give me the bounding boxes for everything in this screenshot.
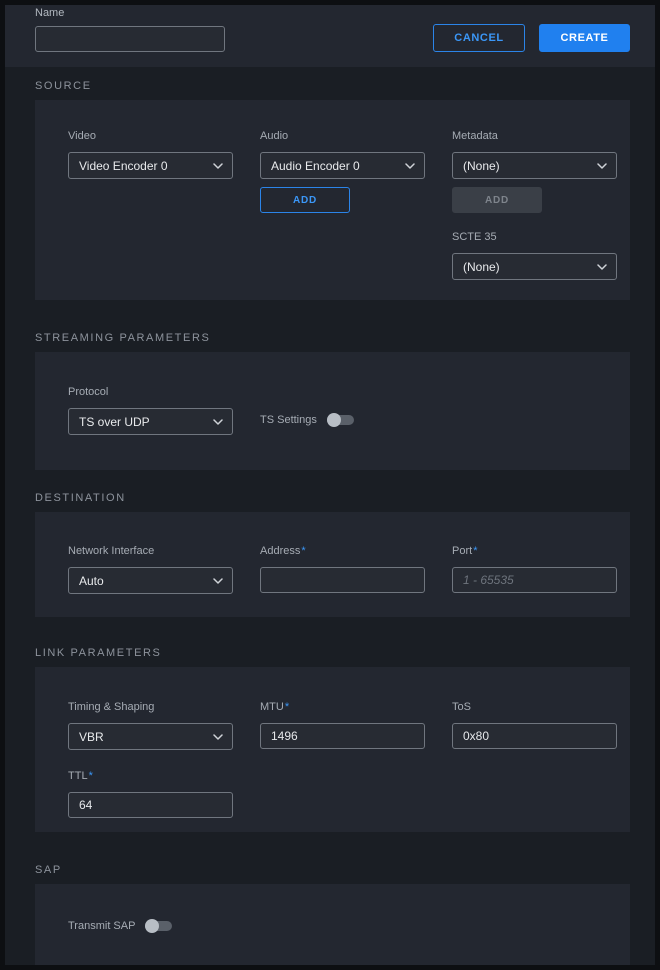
network-interface-label: Network Interface xyxy=(68,545,233,558)
timing-shaping-select[interactable]: VBR xyxy=(68,723,233,750)
section-source: SOURCE Video Video Encoder 0 xyxy=(35,80,630,300)
streaming-panel: Protocol TS over UDP TS Settings xyxy=(35,352,630,470)
ttl-field: TTL* xyxy=(68,770,233,818)
destination-panel: Network Interface Auto Address* xyxy=(35,512,630,617)
required-asterisk: * xyxy=(285,701,289,713)
video-field: Video Video Encoder 0 xyxy=(68,130,233,179)
section-destination: DESTINATION Network Interface Auto xyxy=(35,492,630,617)
timing-shaping-select-value: VBR xyxy=(79,730,104,744)
section-sap: SAP Transmit SAP xyxy=(35,864,630,965)
tos-input[interactable] xyxy=(452,723,617,749)
metadata-select-value: (None) xyxy=(463,159,500,173)
protocol-select[interactable]: TS over UDP xyxy=(68,408,233,435)
port-field: Port* xyxy=(452,545,617,593)
tos-label: ToS xyxy=(452,701,617,714)
sap-title: SAP xyxy=(35,864,630,876)
audio-select[interactable]: Audio Encoder 0 xyxy=(260,152,425,179)
ts-settings-label: TS Settings xyxy=(260,414,317,427)
audio-select-value: Audio Encoder 0 xyxy=(271,159,360,173)
port-input[interactable] xyxy=(452,567,617,593)
streaming-title: STREAMING PARAMETERS xyxy=(35,332,630,344)
port-label: Port xyxy=(452,545,472,557)
link-title: LINK PARAMETERS xyxy=(35,647,630,659)
required-asterisk: * xyxy=(301,545,305,557)
video-label: Video xyxy=(68,130,233,143)
audio-label: Audio xyxy=(260,130,425,143)
toggle-knob xyxy=(327,413,341,427)
name-field: Name xyxy=(35,7,225,52)
video-select-value: Video Encoder 0 xyxy=(79,159,168,173)
link-panel: Timing & Shaping VBR MTU* xyxy=(35,667,630,832)
address-label: Address xyxy=(260,545,300,557)
network-interface-field: Network Interface Auto xyxy=(68,545,233,594)
mtu-label: MTU xyxy=(260,701,284,713)
metadata-label: Metadata xyxy=(452,130,617,143)
name-input[interactable] xyxy=(35,26,225,52)
chevron-down-icon xyxy=(213,163,223,169)
page-frame: Name CANCEL CREATE SOURCE Video Video En… xyxy=(0,0,660,970)
metadata-select[interactable]: (None) xyxy=(452,152,617,179)
address-input[interactable] xyxy=(260,567,425,593)
mtu-field: MTU* xyxy=(260,701,425,749)
transmit-sap-label: Transmit SAP xyxy=(68,920,135,933)
transmit-sap-toggle[interactable] xyxy=(145,919,172,933)
chevron-down-icon xyxy=(597,264,607,270)
tos-field: ToS xyxy=(452,701,617,749)
cancel-button[interactable]: CANCEL xyxy=(433,24,525,52)
chevron-down-icon xyxy=(213,734,223,740)
mtu-input[interactable] xyxy=(260,723,425,749)
header-actions: CANCEL CREATE xyxy=(433,24,630,52)
ts-settings-row: TS Settings xyxy=(260,413,354,427)
chevron-down-icon xyxy=(213,419,223,425)
source-title: SOURCE xyxy=(35,80,630,92)
section-link: LINK PARAMETERS Timing & Shaping VBR xyxy=(35,647,630,832)
required-asterisk: * xyxy=(89,770,93,782)
metadata-field: Metadata (None) xyxy=(452,130,617,179)
scte35-label: SCTE 35 xyxy=(452,231,617,244)
address-field: Address* xyxy=(260,545,425,593)
create-button[interactable]: CREATE xyxy=(539,24,630,52)
name-label: Name xyxy=(35,7,225,20)
scte35-select[interactable]: (None) xyxy=(452,253,617,280)
protocol-select-value: TS over UDP xyxy=(79,415,150,429)
required-asterisk: * xyxy=(473,545,477,557)
timing-shaping-label: Timing & Shaping xyxy=(68,701,233,714)
chevron-down-icon xyxy=(213,578,223,584)
audio-add-button[interactable]: ADD xyxy=(260,187,350,213)
network-interface-select[interactable]: Auto xyxy=(68,567,233,594)
timing-shaping-field: Timing & Shaping VBR xyxy=(68,701,233,750)
audio-field: Audio Audio Encoder 0 xyxy=(260,130,425,179)
ttl-label: TTL xyxy=(68,770,88,782)
metadata-add-button[interactable]: ADD xyxy=(452,187,542,213)
header-bar: Name CANCEL CREATE xyxy=(5,5,655,67)
ttl-input[interactable] xyxy=(68,792,233,818)
video-select[interactable]: Video Encoder 0 xyxy=(68,152,233,179)
chevron-down-icon xyxy=(405,163,415,169)
chevron-down-icon xyxy=(597,163,607,169)
scte35-field: SCTE 35 (None) xyxy=(452,231,617,280)
scte35-select-value: (None) xyxy=(463,260,500,274)
protocol-label: Protocol xyxy=(68,386,233,399)
transmit-sap-row: Transmit SAP xyxy=(68,919,172,933)
network-interface-select-value: Auto xyxy=(79,574,104,588)
sap-panel: Transmit SAP xyxy=(35,884,630,965)
ts-settings-toggle[interactable] xyxy=(327,413,354,427)
destination-title: DESTINATION xyxy=(35,492,630,504)
protocol-field: Protocol TS over UDP xyxy=(68,386,233,435)
create-stream-form: Name CANCEL CREATE SOURCE Video Video En… xyxy=(5,5,655,965)
source-panel: Video Video Encoder 0 Audio xyxy=(35,100,630,300)
section-streaming: STREAMING PARAMETERS Protocol TS over UD… xyxy=(35,332,630,470)
